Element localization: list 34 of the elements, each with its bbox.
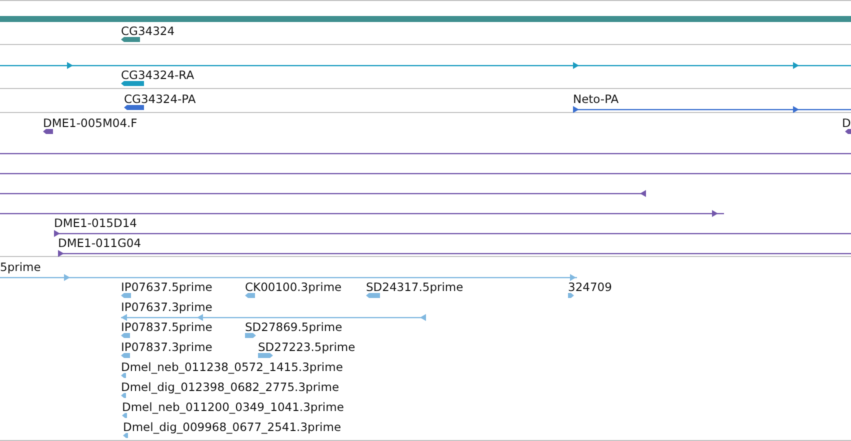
feature-label: Dmel_dig_012398_0682_2775.3prime (121, 381, 340, 393)
feature-line[interactable] (0, 190, 646, 197)
feature-label: CG34324-PA (124, 93, 196, 105)
feature-label: Neto-PA (573, 93, 619, 105)
feature-line[interactable] (573, 106, 851, 113)
feature-label: CG34324-RA (121, 69, 194, 81)
feature-line[interactable] (0, 170, 851, 177)
feature-label: 5prime (0, 261, 41, 273)
feature-label: DME1-015D14 (54, 217, 137, 229)
feature-label: Dmel_neb_011238_0572_1415.3prime (121, 361, 343, 373)
feature-label: IP07837.5prime (121, 321, 212, 333)
feature-label: Dmel_dig_009968_0677_2541.3prime (123, 421, 342, 433)
feature-glyph[interactable] (43, 128, 53, 135)
feature-label: D (842, 117, 851, 129)
feature-line[interactable] (54, 230, 851, 237)
feature-line[interactable] (0, 62, 851, 69)
feature-label: SD27869.5prime (245, 321, 342, 333)
feature-label: CG34324 (121, 25, 175, 37)
feature-label: IP07837.3prime (121, 341, 212, 353)
feature-label: SD24317.5prime (366, 281, 464, 293)
feature-label: DME1-011G04 (58, 237, 142, 249)
feature-line[interactable] (0, 150, 851, 157)
feature-glyph[interactable] (124, 104, 144, 111)
feature-label: DME1-005M04.F (43, 117, 138, 129)
feature-label: 324709 (568, 281, 612, 293)
feature-label: IP07637.5prime (121, 281, 212, 293)
feature-label: SD27223.5prime (258, 341, 356, 353)
feature-label: Dmel_neb_011200_0349_1041.3prime (122, 401, 344, 413)
feature-label: IP07637.3prime (121, 301, 212, 313)
feature-label: CK00100.3prime (245, 281, 342, 293)
feature-line[interactable] (0, 210, 724, 217)
feature-glyph[interactable] (121, 80, 144, 87)
feature-line[interactable] (58, 250, 851, 257)
feature-glyph[interactable] (121, 36, 140, 43)
